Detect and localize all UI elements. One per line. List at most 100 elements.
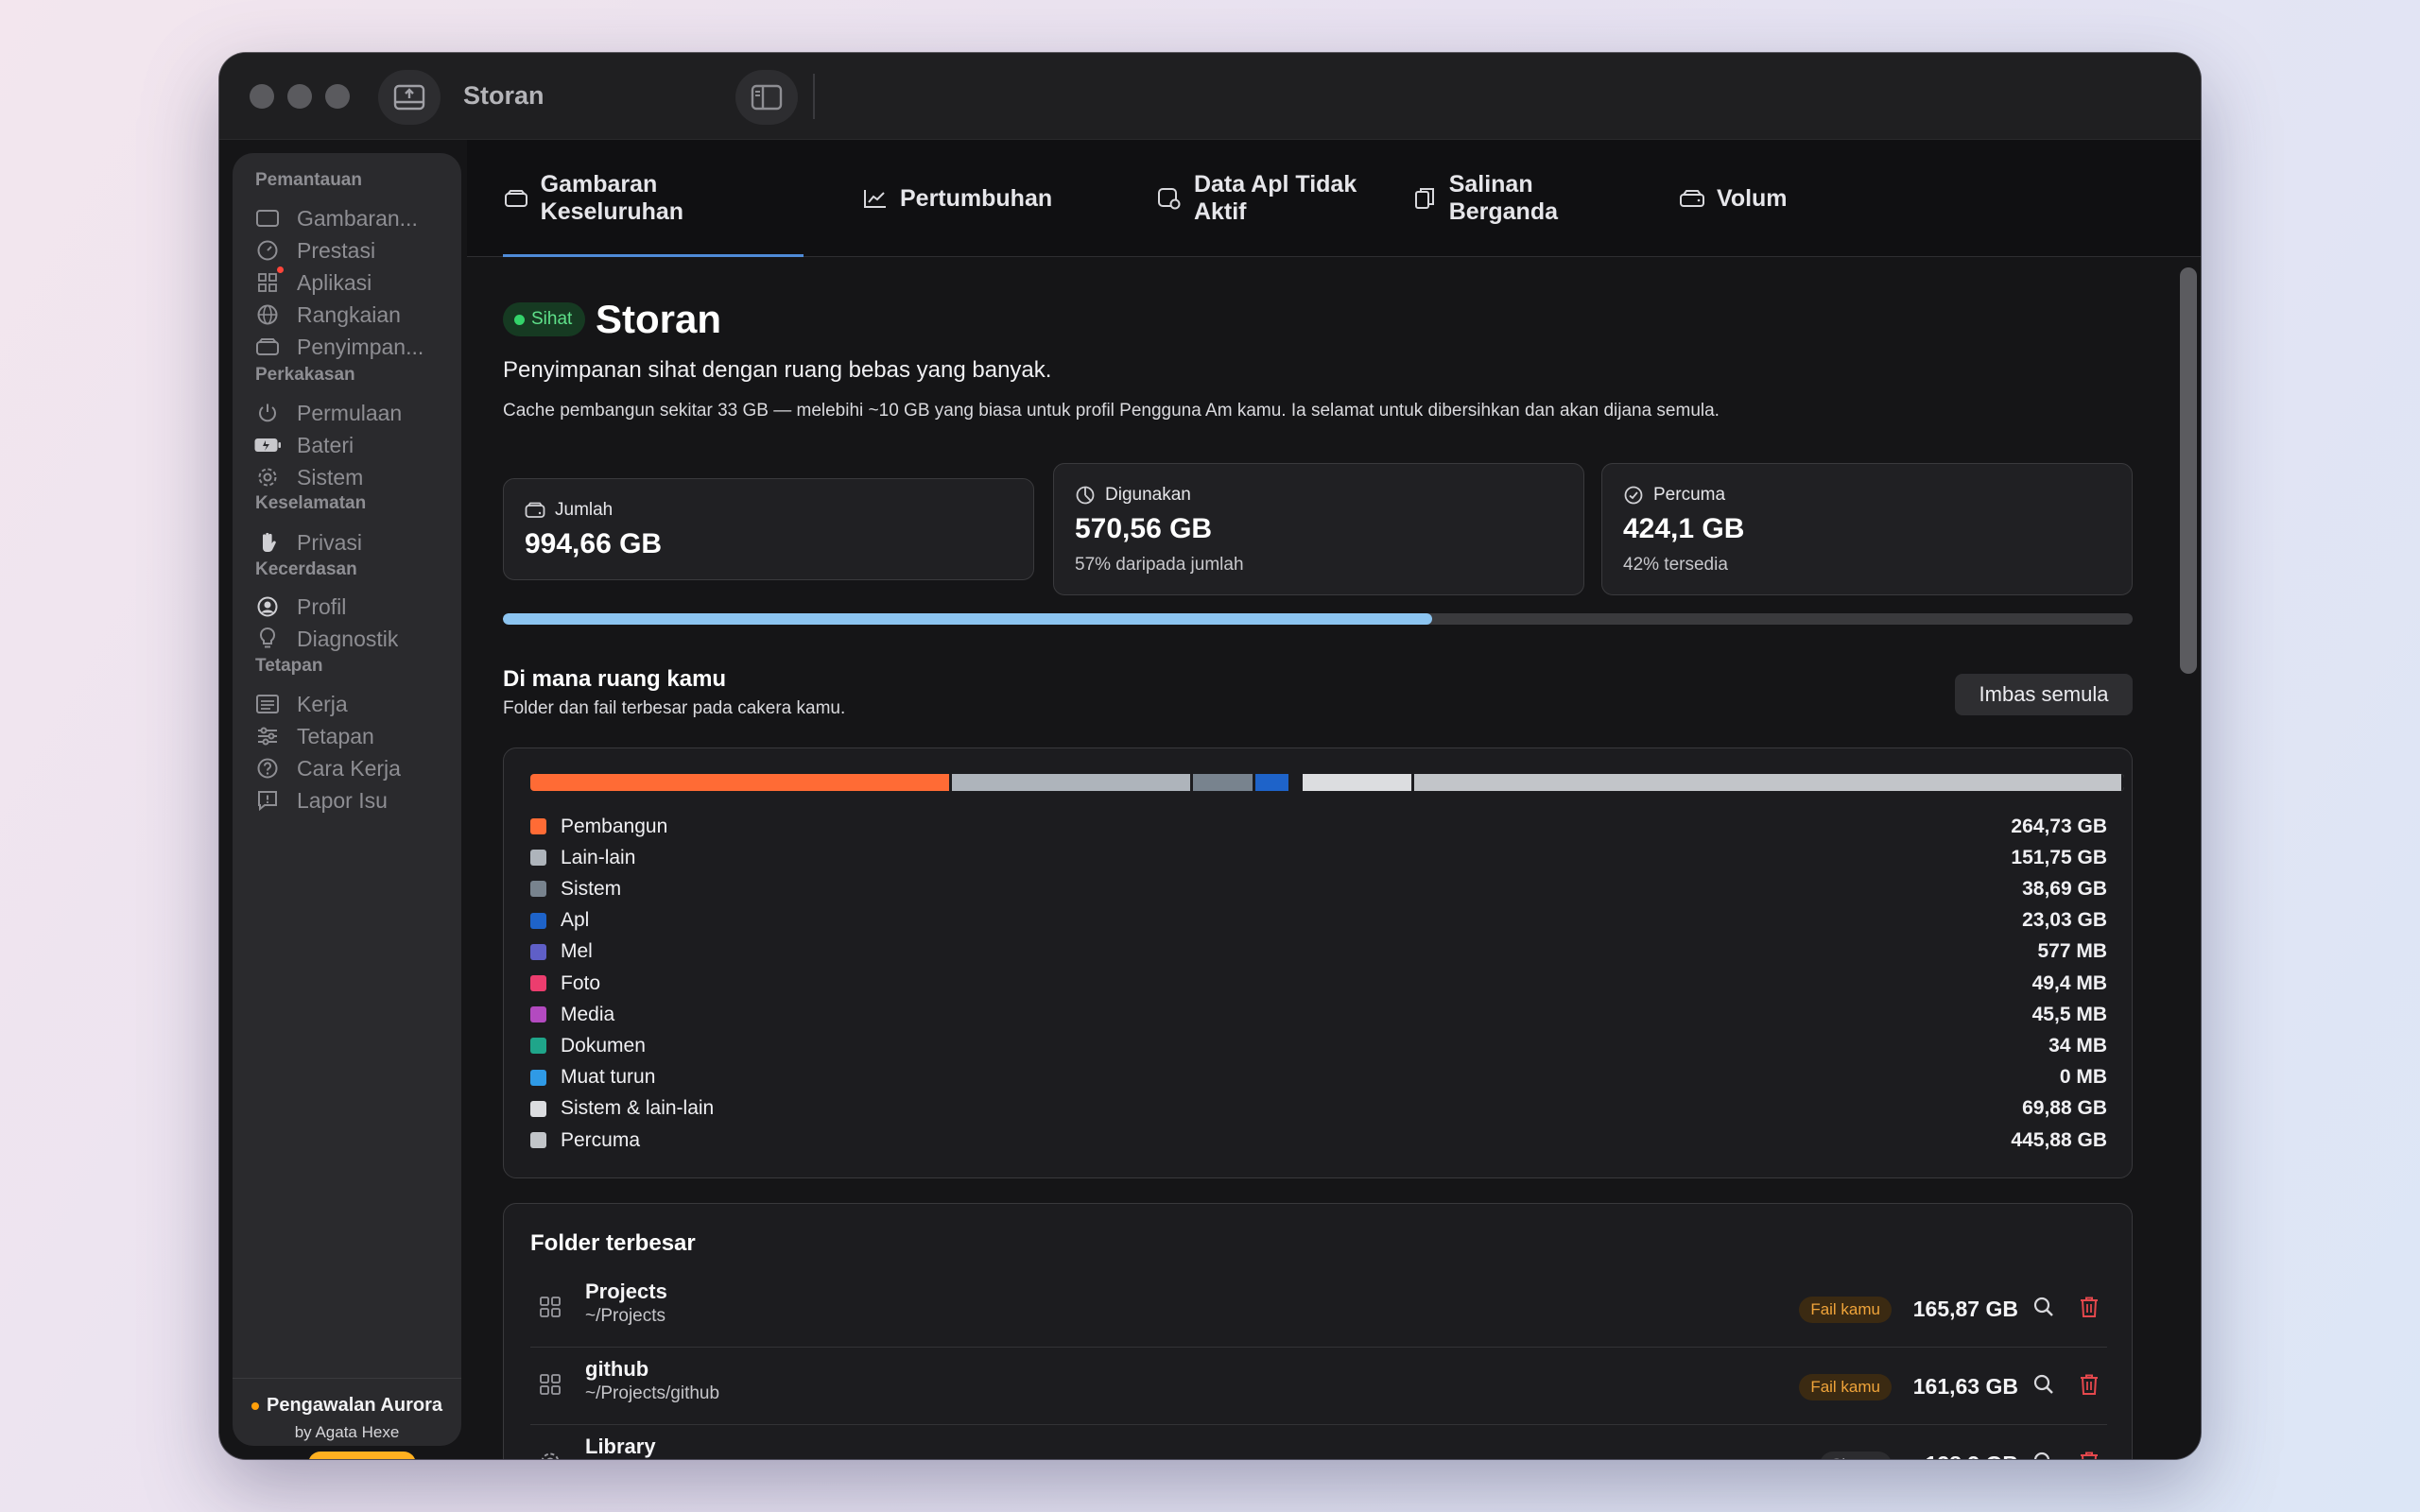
toggle-sidebar-button[interactable] xyxy=(735,70,798,125)
sidebar-toggle-icon xyxy=(751,84,783,111)
folder-size: 138,3 GB xyxy=(1926,1452,2018,1459)
usage-progress-fill xyxy=(503,613,1432,625)
breakdown-panel: Pembangun 264,73 GB Lain-lain 151,75 GB Sist… xyxy=(503,747,2133,1178)
folder-row[interactable]: github ~/Projects/github Fail kamu 161,63 G… xyxy=(530,1348,2107,1425)
sidebar-section-heading: Keselamatan xyxy=(255,493,367,513)
stat-card-free: Percuma 424,1 GB 42% tersedia xyxy=(1601,463,2133,595)
sidebar-item-label: Diagnostik xyxy=(297,626,399,651)
sidebar-section-heading: Pemantauan xyxy=(255,170,362,190)
sidebar-item-privasi[interactable]: Privasi xyxy=(253,521,442,564)
stat-label: Percuma xyxy=(1653,485,1726,505)
delete-folder-button[interactable] xyxy=(2075,1450,2103,1459)
legend-item: Mel 577 MB xyxy=(530,936,2107,968)
tab-salinan-berganda[interactable]: Salinan Berganda xyxy=(1412,140,1639,257)
legend-swatch xyxy=(530,975,546,991)
folder-name: Projects xyxy=(585,1280,667,1303)
sidebar-item-label: Gambaran... xyxy=(297,205,418,231)
legend-size: 49,4 MB xyxy=(2031,971,2107,994)
tab-pertumbuhan[interactable]: Pertumbuhan xyxy=(862,140,1063,257)
drive-upload-icon xyxy=(393,84,425,111)
folder-size: 165,87 GB xyxy=(1912,1297,2018,1321)
gear-icon xyxy=(253,463,282,491)
trash-icon xyxy=(2079,1296,2100,1323)
reveal-folder-button[interactable] xyxy=(2030,1295,2058,1323)
legend-item: Dokumen 34 MB xyxy=(530,1030,2107,1061)
pie-icon xyxy=(1075,485,1096,506)
sidebar-item-diagnostik[interactable]: Diagnostik xyxy=(253,617,442,661)
reveal-folder-button[interactable] xyxy=(2030,1372,2058,1400)
largest-folders-panel: Folder terbesar Projects ~/Projects Fail k… xyxy=(503,1203,2133,1459)
drive-tray-button[interactable] xyxy=(378,70,441,125)
legend-item: Percuma 445,88 GB xyxy=(530,1125,2107,1156)
zoom-window-button[interactable] xyxy=(325,84,350,109)
legend-swatch xyxy=(530,881,546,898)
folder-path: ~/Projects/github xyxy=(585,1383,720,1403)
folder-row[interactable]: Projects ~/Projects Fail kamu 165,87 GB xyxy=(530,1270,2107,1348)
sidebar-item-label: Lapor Isu xyxy=(297,787,388,813)
report-icon xyxy=(253,786,282,815)
search-icon xyxy=(2032,1373,2055,1400)
sidebar-item-penyimpan[interactable]: Penyimpan... xyxy=(253,325,442,369)
tab-data-apl-tidak-aktif[interactable]: Data Apl Tidak Aktif xyxy=(1157,140,1407,257)
legend-name: Sistem xyxy=(561,877,622,900)
legend-item: Lain-lain 151,75 GB xyxy=(530,842,2107,873)
stat-value: 994,66 GB xyxy=(525,528,663,559)
tab-gambaran-keseluruhan[interactable]: Gambaran Keseluruhan xyxy=(503,140,804,257)
legend-item: Sistem 38,69 GB xyxy=(530,873,2107,904)
sidebar-item-label: Cara Kerja xyxy=(297,755,401,781)
legend-size: 0 MB xyxy=(2059,1066,2107,1089)
content-scrollbar[interactable] xyxy=(2180,267,2197,674)
sidebar: Pemantauan Gambaran... Prestasi Aplikasi Ran… xyxy=(233,153,461,1459)
toolbar-separator xyxy=(813,74,815,119)
breakdown-title: Di mana ruang kamu xyxy=(503,666,727,692)
sidebar-item-label: Penyimpan... xyxy=(297,334,424,359)
minimize-window-button[interactable] xyxy=(287,84,312,109)
drive-icon xyxy=(253,333,282,361)
chart-line-icon xyxy=(862,185,889,212)
gear-icon xyxy=(536,1448,564,1459)
search-icon xyxy=(2032,1296,2055,1323)
sidebar-item-label: Tetapan xyxy=(297,723,374,748)
close-window-button[interactable] xyxy=(250,84,274,109)
lightbulb-icon xyxy=(253,625,282,653)
sidebar-item-label: Aplikasi xyxy=(297,269,372,295)
legend-size: 577 MB xyxy=(2037,940,2107,963)
app-data-icon xyxy=(1157,185,1183,212)
stat-subtext: 57% daripada jumlah xyxy=(1075,555,1244,575)
brand-dot xyxy=(251,1401,259,1410)
tab-label: Volum xyxy=(1717,184,1788,212)
legend-swatch xyxy=(530,1006,546,1023)
legend-size: 264,73 GB xyxy=(2011,815,2107,837)
legend-swatch xyxy=(530,943,546,960)
legend-size: 45,5 MB xyxy=(2031,1003,2107,1025)
sidebar-item-label: Permulaan xyxy=(297,400,403,425)
folder-row[interactable]: Library~/LibrarySistem138,3 GB xyxy=(530,1425,2107,1459)
legend-swatch xyxy=(530,850,546,867)
stat-subtext: 42% tersedia xyxy=(1623,555,1728,575)
sidebar-item-label: Kerja xyxy=(297,691,348,716)
delete-folder-button[interactable] xyxy=(2075,1372,2103,1400)
storage-segment-bar xyxy=(530,774,2124,791)
reveal-folder-button[interactable] xyxy=(2030,1450,2058,1459)
brand-name: Pengawalan Aurora xyxy=(233,1395,461,1417)
sidebar-item-label: Profil xyxy=(297,593,347,619)
tab-label: Pertumbuhan xyxy=(900,184,1053,212)
legend-name: Foto xyxy=(561,971,601,994)
sidebar-item-lapor-isu[interactable]: Lapor Isu xyxy=(253,779,442,822)
sidebar-item-label: Privasi xyxy=(297,529,363,555)
rescan-button[interactable]: Imbas semula xyxy=(1955,674,2133,715)
sidebar-section-heading: Kecerdasan xyxy=(255,559,357,579)
tab-volum[interactable]: Volum xyxy=(1679,140,1811,257)
legend-size: 34 MB xyxy=(2048,1034,2107,1057)
stat-card-used: Digunakan 570,56 GB 57% daripada jumlah xyxy=(1053,463,1584,595)
folder-path: ~/Projects xyxy=(585,1306,666,1326)
legend-swatch xyxy=(530,1038,546,1055)
legend-swatch xyxy=(530,1069,546,1086)
legend-size: 69,88 GB xyxy=(2022,1097,2107,1120)
legend-item: Muat turun 0 MB xyxy=(530,1062,2107,1093)
folder-tag: Fail kamu xyxy=(1799,1297,1892,1323)
delete-folder-button[interactable] xyxy=(2075,1295,2103,1323)
search-icon xyxy=(2032,1451,2055,1459)
legend-name: Pembangun xyxy=(561,815,668,837)
stat-card-total: Jumlah 994,66 GB xyxy=(503,478,1034,580)
